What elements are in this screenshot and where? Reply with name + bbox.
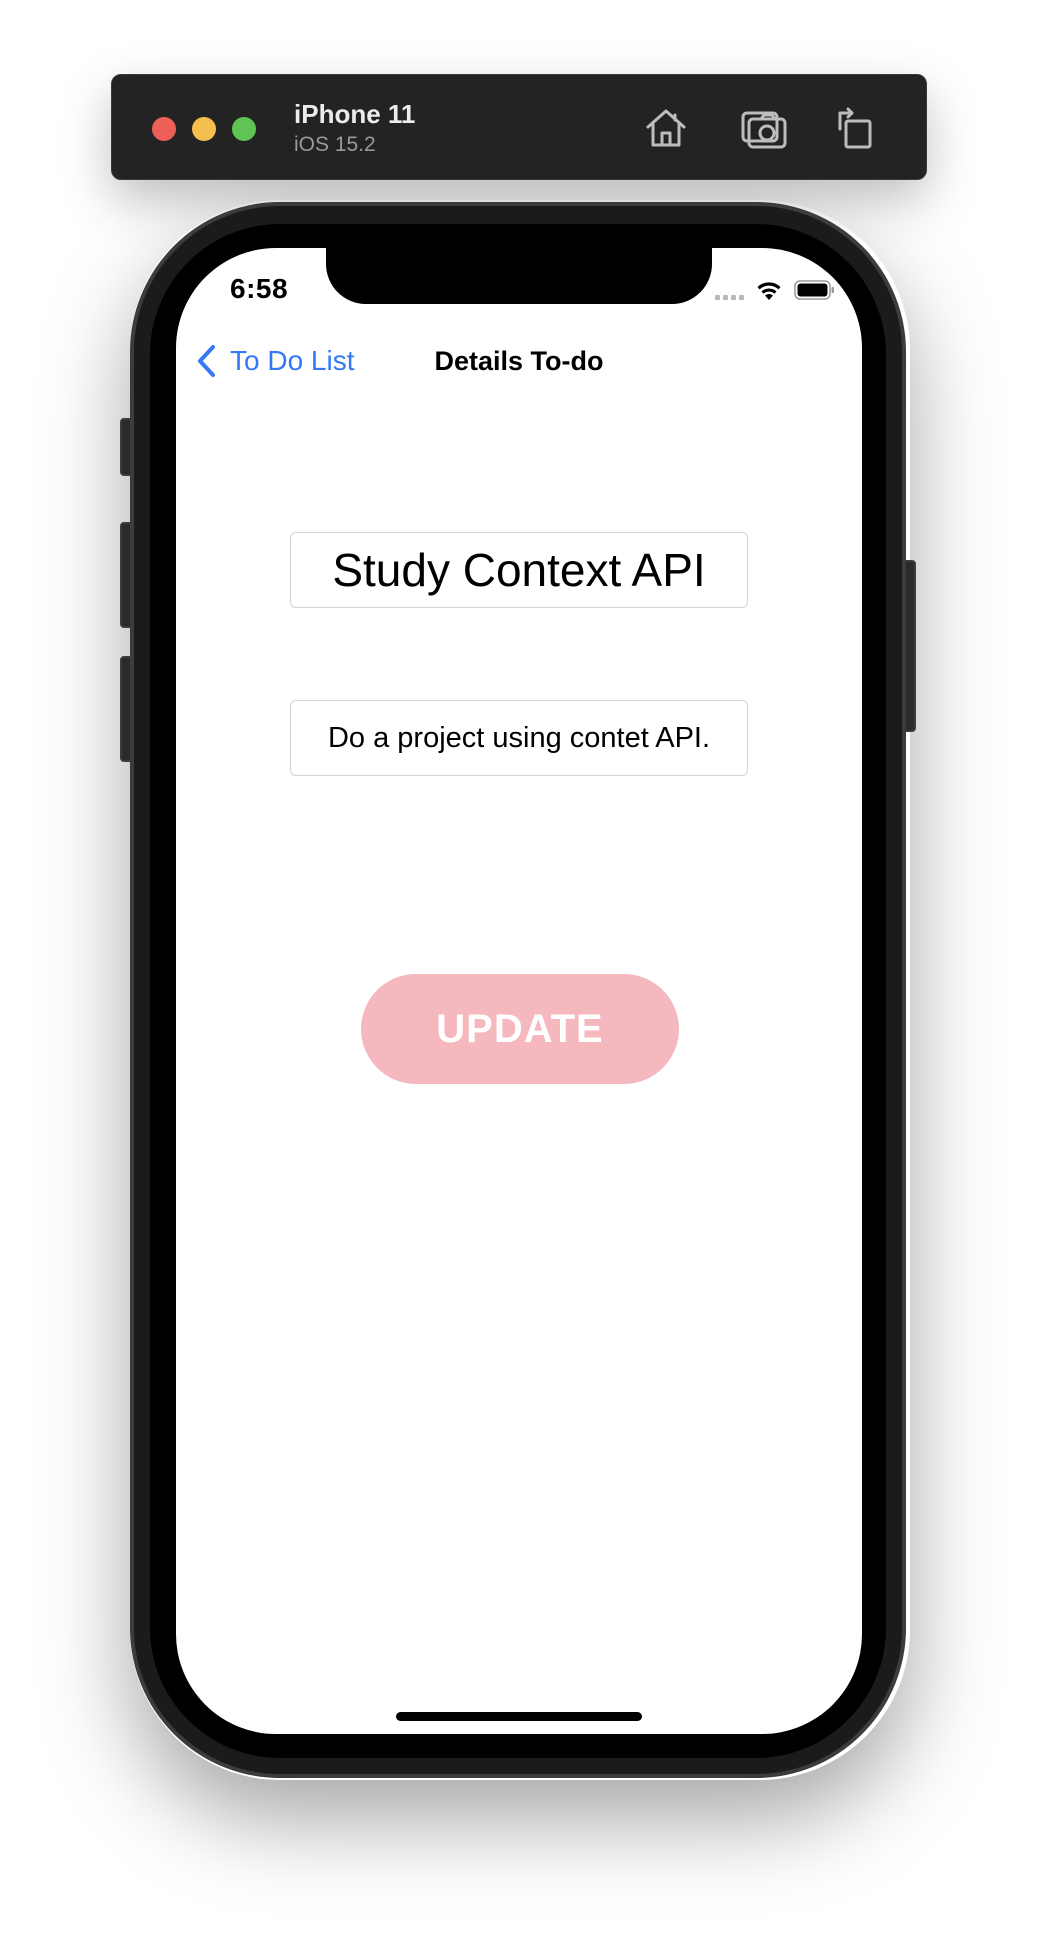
phone-screen: 6:58 To Do List Details To-do Study Cont… bbox=[176, 248, 862, 1734]
status-icons bbox=[715, 276, 836, 304]
home-icon[interactable] bbox=[642, 105, 690, 151]
update-button[interactable]: UPDATE bbox=[361, 974, 679, 1084]
page-title: Details To-do bbox=[434, 346, 604, 376]
home-indicator[interactable] bbox=[396, 1712, 642, 1721]
device-os-version: iOS 15.2 bbox=[294, 133, 376, 156]
cellular-signal-icon bbox=[715, 280, 744, 300]
notch bbox=[326, 248, 712, 304]
device-name: iPhone 11 bbox=[294, 99, 416, 129]
close-window-button[interactable] bbox=[152, 117, 176, 141]
minimize-window-button[interactable] bbox=[192, 117, 216, 141]
status-time: 6:58 bbox=[230, 273, 289, 304]
screenshot-icon[interactable] bbox=[740, 105, 788, 151]
title-input[interactable]: Study Context API bbox=[290, 532, 748, 608]
zoom-window-button[interactable] bbox=[232, 117, 256, 141]
wifi-icon bbox=[757, 282, 781, 300]
battery-icon bbox=[794, 280, 834, 300]
simulator-toolbar: iPhone 11 iOS 15.2 bbox=[111, 74, 927, 180]
rotate-icon[interactable] bbox=[830, 105, 878, 151]
description-input[interactable]: Do a project using contet API. bbox=[290, 700, 748, 776]
